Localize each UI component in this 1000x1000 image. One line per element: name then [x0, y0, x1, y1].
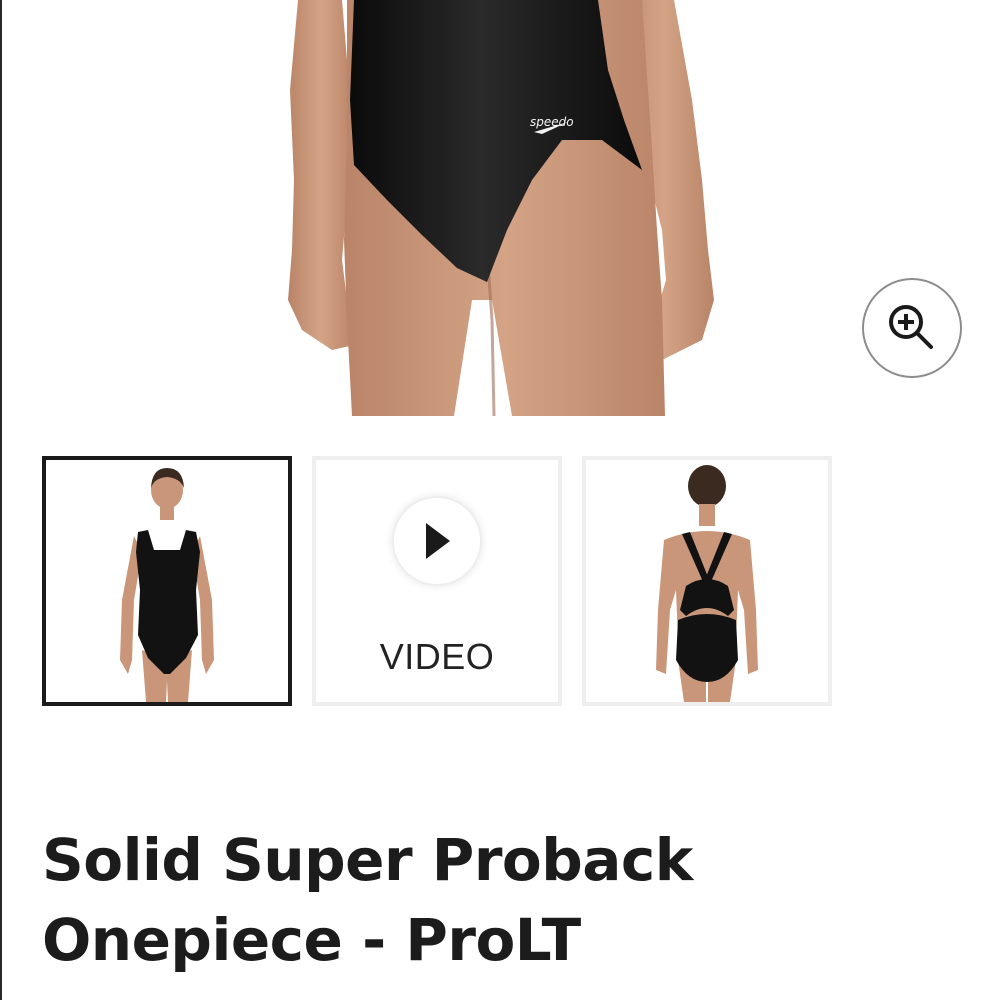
video-play-button [394, 498, 480, 584]
thumbnail-video[interactable]: VIDEO [312, 456, 562, 706]
zoom-button[interactable] [862, 278, 962, 378]
swimsuit-model-front-closeup: speedo [288, 0, 714, 417]
product-title-line-1: Solid Super Proback [42, 826, 693, 894]
swimsuit-back-thumbnail [656, 465, 758, 702]
product-page: speedo VIDEO Solid Super Proback Onepiec… [0, 0, 1000, 1000]
thumbnail-front-view[interactable] [42, 456, 292, 706]
zoom-in-icon [889, 305, 933, 349]
main-product-image[interactable]: speedo [2, 0, 1000, 420]
swimsuit-front-thumbnail [120, 468, 214, 702]
product-title: Solid Super Proback Onepiece - ProLT [42, 820, 942, 980]
thumbnail-back-view[interactable] [582, 456, 832, 706]
thumbnail-strip: VIDEO [42, 456, 842, 708]
product-title-line-2: Onepiece - ProLT [42, 906, 581, 974]
play-icon [426, 523, 450, 559]
video-label: VIDEO [379, 636, 495, 677]
